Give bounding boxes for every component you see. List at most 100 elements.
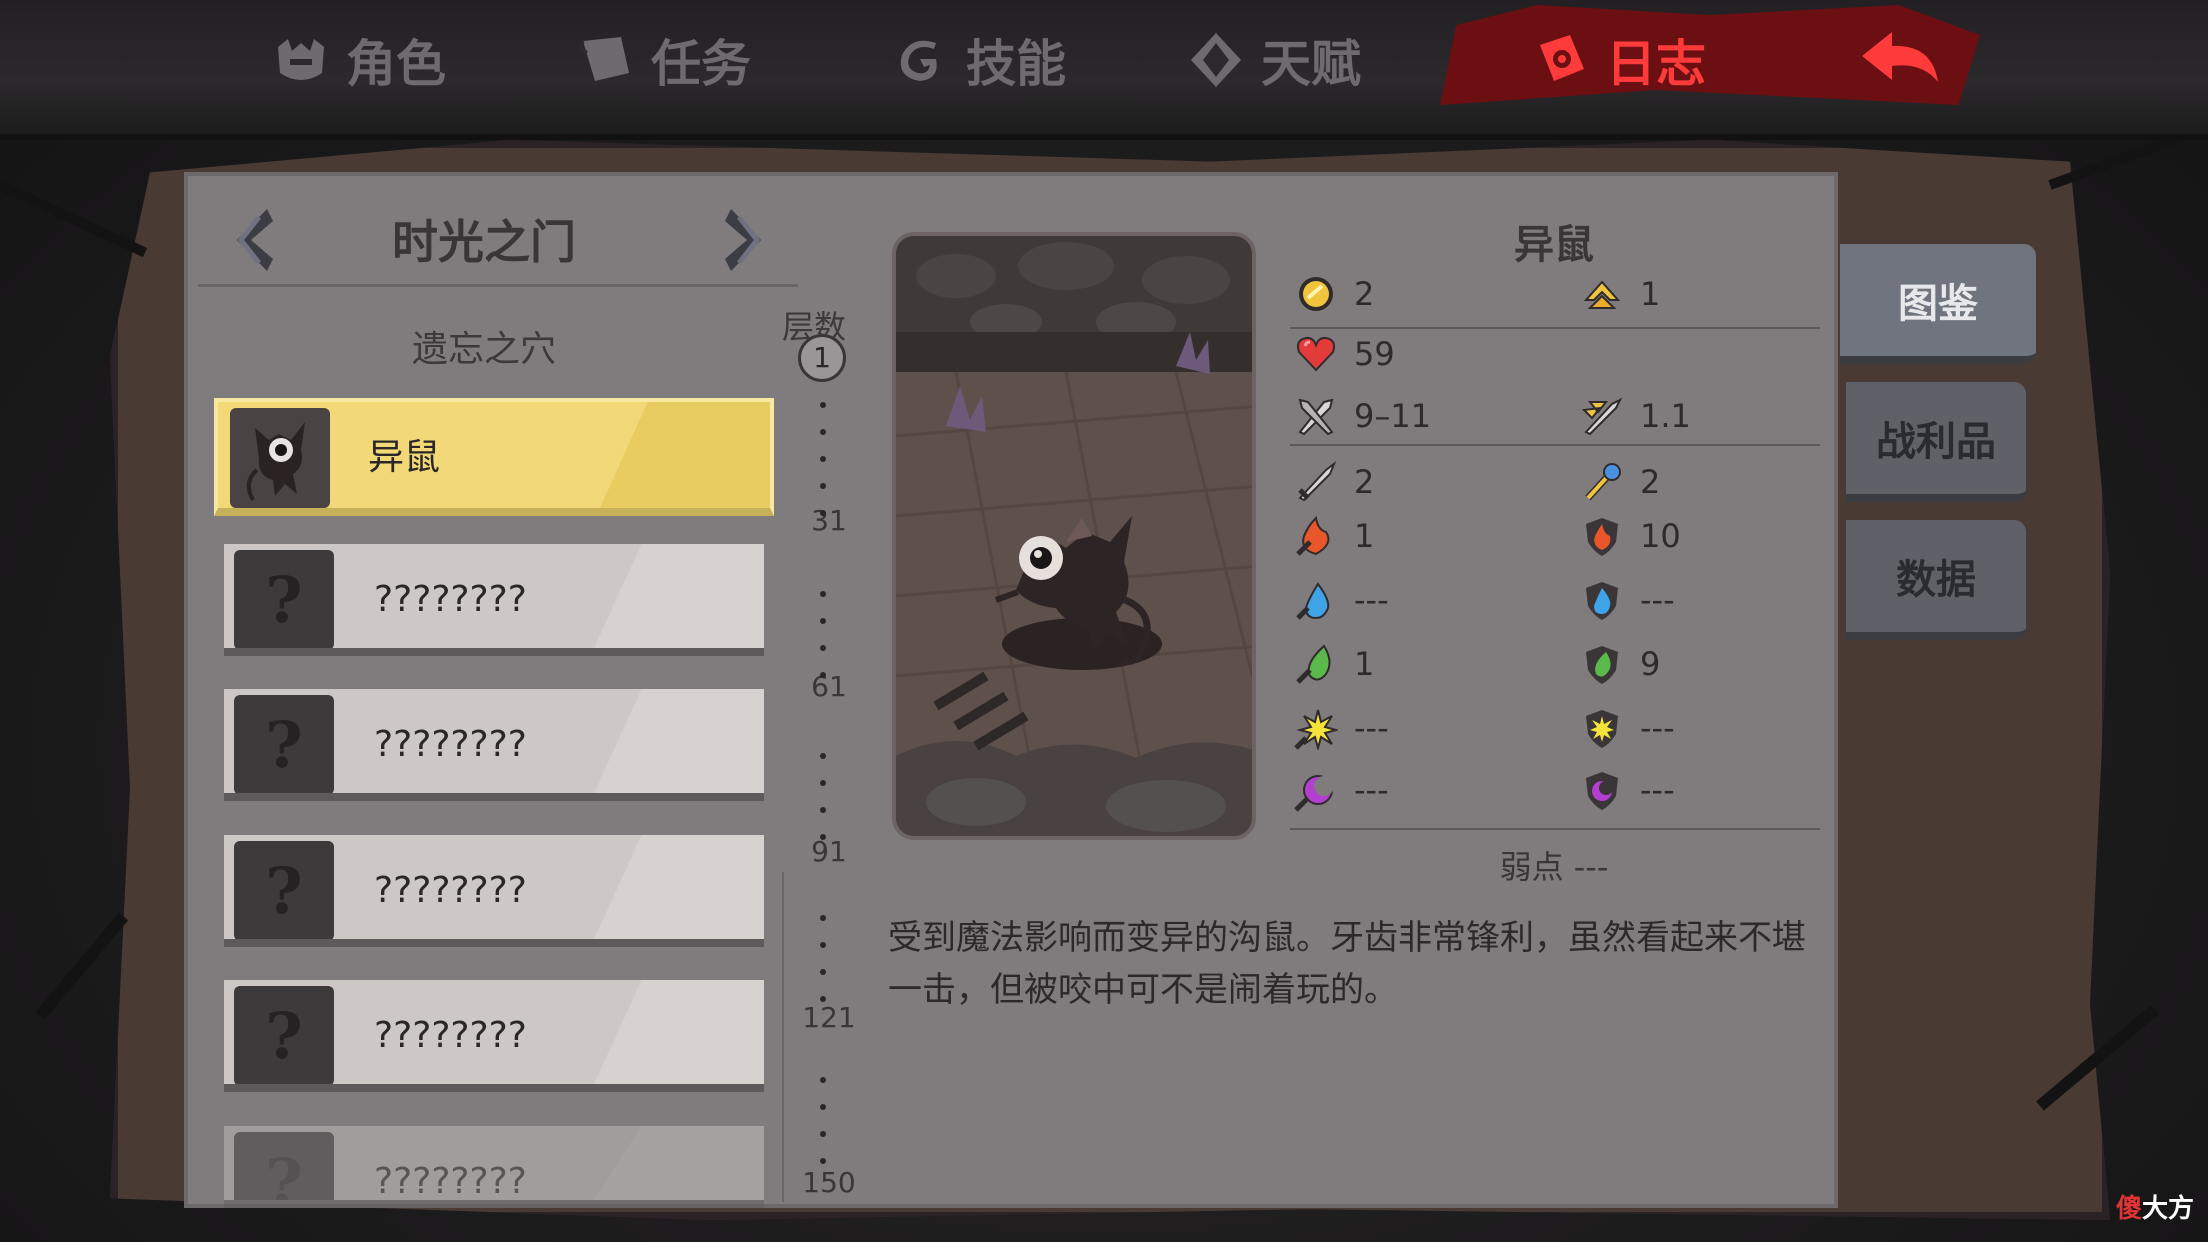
question-mark-icon: ? — [265, 998, 303, 1074]
floor-dot — [820, 645, 826, 651]
floor-dot — [820, 780, 826, 786]
enemy-portrait — [892, 232, 1256, 840]
area-title: 时光之门 — [392, 215, 576, 269]
list-item[interactable]: ? ???????? — [224, 544, 764, 656]
water-shield-icon — [1580, 578, 1624, 622]
list-item-selected[interactable]: 异鼠 — [214, 398, 774, 516]
stat-value: --- — [1354, 581, 1389, 619]
floor-mark: 31 — [811, 504, 847, 537]
rat-thumbnail-icon — [230, 408, 330, 508]
stat-value: 9 — [1640, 645, 1661, 683]
winged-sword-icon — [1580, 394, 1624, 438]
list-item[interactable]: ? ???????? — [224, 980, 764, 1092]
floor-dot — [820, 618, 826, 624]
floor-dot — [820, 996, 826, 1002]
tab-journal[interactable]: 日志 — [1530, 20, 1706, 100]
tab-bestiary[interactable]: 图鉴 — [1840, 244, 2036, 364]
floor-mark: 91 — [811, 835, 847, 868]
floor-mark: 150 — [802, 1166, 856, 1199]
stat-attack-speed: 1.1 — [1580, 394, 1691, 438]
floor-dot — [820, 915, 826, 921]
tab-character[interactable]: 角色 — [270, 20, 446, 100]
question-mark-icon: ? — [265, 707, 303, 783]
rank-chevron-icon — [1580, 272, 1624, 316]
stat-light-def: --- — [1580, 706, 1675, 750]
unknown-thumbnail: ? — [234, 695, 334, 793]
enemy-description: 受到魔法影响而变异的沟鼠。牙齿非常锋利，虽然看起来不堪一击，但被咬中可不是闹着玩… — [888, 918, 1806, 1010]
back-button[interactable] — [1855, 25, 1945, 95]
stat-value: 59 — [1354, 335, 1395, 373]
entry-name: ???????? — [374, 579, 527, 620]
stat-divider — [1290, 444, 1820, 446]
water-sword-icon — [1294, 578, 1338, 622]
floor-dot — [820, 1158, 826, 1164]
tab-label: 任务 — [651, 35, 751, 93]
list-item[interactable]: ? ???????? — [224, 1126, 764, 1208]
entry-name: ???????? — [374, 870, 527, 911]
stat-earth-def: 9 — [1580, 642, 1660, 686]
stat-water-atk: --- — [1294, 578, 1389, 622]
fire-shield-icon — [1580, 514, 1624, 558]
stat-fire-atk: 1 — [1294, 514, 1374, 558]
floor-dot — [820, 834, 826, 840]
stat-attack: 9–11 — [1294, 394, 1431, 438]
watermark: 傻大方 — [2116, 1194, 2195, 1224]
stat-earth-atk: 1 — [1294, 642, 1374, 686]
floor-dot — [820, 969, 826, 975]
tab-loot[interactable]: 战利品 — [1846, 382, 2026, 502]
tab-skills[interactable]: 技能 — [890, 20, 1066, 100]
stat-value: --- — [1640, 581, 1675, 619]
back-arrow-icon — [1858, 26, 1942, 94]
floor-dot — [820, 672, 826, 678]
top-tab-bar: 角色 任务 技能 天赋 日志 — [0, 0, 2208, 140]
swirl-icon — [890, 29, 952, 91]
tab-label: 天赋 — [1261, 35, 1361, 93]
area-subtitle: 遗忘之穴 — [411, 329, 556, 370]
fire-sword-icon — [1294, 514, 1338, 558]
stat-fire-def: 10 — [1580, 514, 1681, 558]
stat-phys-atk: 2 — [1294, 460, 1374, 504]
crossed-swords-icon — [1294, 394, 1338, 438]
entry-name: ???????? — [374, 1015, 527, 1056]
hammer-icon — [1580, 460, 1624, 504]
stat-value: 2 — [1354, 275, 1375, 313]
stat-value: --- — [1354, 771, 1389, 809]
list-item[interactable]: ? ???????? — [224, 835, 764, 947]
stat-value: 10 — [1640, 517, 1681, 555]
diamond-icon — [1185, 29, 1247, 91]
floor-dot — [820, 1077, 826, 1083]
stat-value: 1 — [1354, 517, 1375, 555]
floor-dot — [820, 483, 826, 489]
stat-value: --- — [1354, 709, 1389, 747]
stat-gold: 2 — [1294, 272, 1374, 316]
unknown-thumbnail: ? — [234, 986, 334, 1084]
tab-quests[interactable]: 任务 — [575, 20, 751, 100]
dark-shield-icon — [1580, 768, 1624, 812]
current-floor-marker: 1 — [798, 334, 846, 382]
next-area-button[interactable] — [714, 202, 774, 282]
stat-value: --- — [1640, 771, 1675, 809]
list-item[interactable]: ? ???????? — [224, 689, 764, 801]
helmet-icon — [270, 29, 332, 91]
tab-data[interactable]: 数据 — [1846, 520, 2026, 640]
stat-light-atk: --- — [1294, 706, 1389, 750]
stat-level: 1 — [1580, 272, 1660, 316]
dark-moon-icon — [1294, 768, 1338, 812]
unknown-thumbnail: ? — [234, 550, 334, 648]
stat-dark-atk: --- — [1294, 768, 1389, 812]
bestiary-panel: 时光之门 遗忘之穴 异鼠 ? ???????? ? ???????? ? ???… — [184, 172, 1838, 1208]
scale-divider — [782, 872, 784, 1202]
stat-dark-def: --- — [1580, 768, 1675, 812]
stat-divider — [1290, 828, 1820, 830]
stat-water-def: --- — [1580, 578, 1675, 622]
floor-dot — [820, 1131, 826, 1137]
light-burst-icon — [1294, 706, 1338, 750]
stat-value: 2 — [1640, 463, 1661, 501]
floor-dot — [820, 753, 826, 759]
leaf-shield-icon — [1580, 642, 1624, 686]
floor-dot — [820, 942, 826, 948]
light-shield-icon — [1580, 706, 1624, 750]
tab-talents[interactable]: 天赋 — [1185, 20, 1361, 100]
coin-icon — [1294, 272, 1338, 316]
tab-label: 技能 — [966, 35, 1066, 93]
